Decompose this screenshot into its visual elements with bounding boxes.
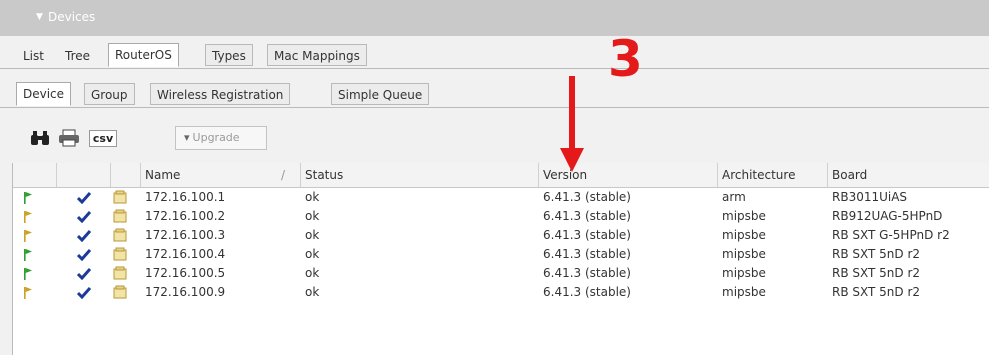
device-icon [113,190,127,204]
column-header-status[interactable]: Status [301,163,539,187]
upgrade-label: Upgrade [192,131,240,144]
cell-name: 172.16.100.9 [145,285,226,299]
flag-icon [24,287,32,299]
flag-icon [24,192,32,204]
device-icon [113,266,127,280]
column-header-flag[interactable] [13,163,57,187]
column-label: Name [145,168,181,182]
collapse-icon[interactable]: ▼ [36,12,43,22]
print-button[interactable] [56,124,82,152]
cell-architecture: mipsbe [722,266,766,280]
tab-tree[interactable]: Tree [58,44,97,66]
cell-version: 6.41.3 (stable) [543,285,631,299]
cell-board: RB SXT G-5HPnD r2 [832,228,950,242]
cell-board: RB SXT 5nD r2 [832,285,921,299]
cell-name: 172.16.100.5 [145,266,226,280]
cell-architecture: arm [722,190,746,204]
annotation-number: 3 [608,30,643,88]
checkmark-icon [77,230,91,242]
flag-icon [24,268,32,280]
tab-types[interactable]: Types [205,44,253,66]
cell-architecture: mipsbe [722,228,766,242]
table-row[interactable]: 172.16.100.4 ok 6.41.3 (stable) mipsbe RB SX… [13,245,989,264]
binoculars-icon [31,131,49,145]
table-header: Name / Status Version Architecture Board [13,163,989,188]
upgrade-button[interactable]: ▾ Upgrade [175,126,267,150]
cell-version: 6.41.3 (stable) [543,209,631,223]
tab-group[interactable]: Group [84,83,135,105]
cell-architecture: mipsbe [722,247,766,261]
tab-simple-queue[interactable]: Simple Queue [331,83,430,105]
main-tab-bar: List Tree RouterOS Types Mac Mappings [0,40,989,69]
column-header-state[interactable] [57,163,111,187]
csv-export-button[interactable]: csv [86,124,120,152]
cell-name: 172.16.100.4 [145,247,226,261]
column-header-architecture[interactable]: Architecture [718,163,828,187]
checkmark-icon [77,211,91,223]
window-titlebar[interactable]: ▼ Devices [0,0,989,36]
annotation-arrow-icon [560,76,584,172]
dropdown-arrow-icon: ▾ [184,131,190,144]
table-row[interactable]: 172.16.100.2 ok 6.41.3 (stable) mipsbe RB912… [13,207,989,226]
tab-list[interactable]: List [16,44,51,66]
tab-routeros[interactable]: RouterOS [108,43,179,67]
cell-name: 172.16.100.2 [145,209,226,223]
checkmark-icon [77,249,91,261]
cell-name: 172.16.100.3 [145,228,226,242]
cell-status: ok [305,209,320,223]
tab-device[interactable]: Device [16,82,72,106]
cell-status: ok [305,228,320,242]
column-header-board[interactable]: Board [828,163,989,187]
sort-marker: / [281,168,286,182]
cell-version: 6.41.3 (stable) [543,190,631,204]
cell-architecture: mipsbe [722,209,766,223]
cell-board: RB SXT 5nD r2 [832,266,921,280]
printer-icon [59,129,79,147]
window-title: Devices [48,10,96,24]
cell-version: 6.41.3 (stable) [543,228,631,242]
table-row[interactable]: 172.16.100.1 ok 6.41.3 (stable) arm RB3011Ui… [13,188,989,207]
cell-status: ok [305,247,320,261]
flag-icon [24,211,32,223]
cell-status: ok [305,266,320,280]
column-header-icon[interactable] [111,163,141,187]
cell-architecture: mipsbe [722,285,766,299]
toolbar: csv ▾ Upgrade [0,118,989,160]
devices-table: Name / Status Version Architecture Board… [12,163,989,355]
flag-icon [24,249,32,261]
cell-status: ok [305,190,320,204]
device-icon [113,228,127,242]
flag-icon [24,230,32,242]
device-icon [113,247,127,261]
tab-mac-mappings[interactable]: Mac Mappings [267,44,367,66]
table-row[interactable]: 172.16.100.5 ok 6.41.3 (stable) mipsbe RB SX… [13,264,989,283]
column-header-name[interactable]: Name / [141,163,301,187]
table-row[interactable]: 172.16.100.9 ok 6.41.3 (stable) mipsbe RB SX… [13,283,989,302]
cell-board: RB3011UiAS [832,190,908,204]
csv-icon: csv [88,129,118,147]
devices-window: ▼ Devices List Tree RouterOS Types Mac M… [0,0,989,355]
cell-board: RB912UAG-5HPnD [832,209,943,223]
device-icon [113,209,127,223]
find-button[interactable] [28,124,52,152]
cell-version: 6.41.3 (stable) [543,247,631,261]
device-icon [113,285,127,299]
checkmark-icon [77,287,91,299]
cell-version: 6.41.3 (stable) [543,266,631,280]
cell-status: ok [305,285,320,299]
sub-tab-bar: Device Group Wireless Registration Simpl… [0,79,989,108]
table-row[interactable]: 172.16.100.3 ok 6.41.3 (stable) mipsbe RB SX… [13,226,989,245]
cell-board: RB SXT 5nD r2 [832,247,921,261]
checkmark-icon [77,268,91,280]
cell-name: 172.16.100.1 [145,190,226,204]
checkmark-icon [77,192,91,204]
tab-wireless-registration[interactable]: Wireless Registration [150,83,291,105]
